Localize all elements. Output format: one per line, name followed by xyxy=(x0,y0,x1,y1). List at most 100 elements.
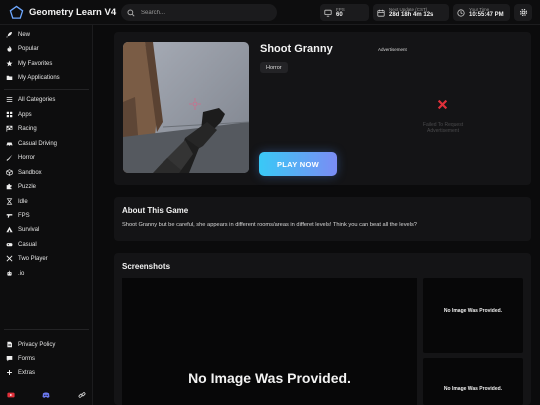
sidebar-item-fps[interactable]: FPS xyxy=(6,210,30,221)
fire-icon xyxy=(7,45,12,52)
sidebar-item-label: Casual xyxy=(18,241,37,248)
your-time-value: 10:55:47 PM xyxy=(469,11,504,18)
your-time-stat: Your Time 10:55:47 PM xyxy=(453,4,510,21)
sidebar-item-label: All Categories xyxy=(18,96,56,103)
top-bar: Geometry Learn V4 FPS60 Next Update (CST… xyxy=(0,0,540,25)
sidebar-item-forms[interactable]: Forms xyxy=(6,353,35,364)
sidebar-item-label: Privacy Policy xyxy=(18,341,56,348)
gun-icon xyxy=(6,214,13,218)
sidebar-item-apps[interactable]: Apps xyxy=(6,109,32,120)
tent-icon xyxy=(6,226,13,233)
sidebar-item-label: .io xyxy=(18,270,25,277)
sidebar-divider xyxy=(4,329,89,330)
sidebar-item-puzzle[interactable]: Puzzle xyxy=(6,181,36,192)
apps-icon xyxy=(6,111,13,118)
ad-error-line-2: Advertisement xyxy=(427,128,459,134)
gamepad-icon xyxy=(6,243,13,247)
sidebar: New Popular My Favorites My Applications… xyxy=(0,25,93,405)
fps-label: FPS xyxy=(336,6,345,12)
gear-icon xyxy=(519,8,527,17)
sidebar-item-label: Apps xyxy=(18,111,32,118)
screenshot-main[interactable]: No Image Was Provided. xyxy=(122,278,417,405)
play-now-button[interactable]: PLAY NOW xyxy=(259,152,337,176)
sidebar-item-racing[interactable]: Racing xyxy=(6,123,37,134)
next-update-value: 28d 18h 4m 12s xyxy=(389,11,434,18)
sidebar-item-label: Horror xyxy=(18,154,36,161)
knife-icon xyxy=(6,154,13,161)
sidebar-item-idle[interactable]: Idle xyxy=(6,196,28,207)
settings-button[interactable] xyxy=(514,4,532,21)
screenshot-thumb-empty-text: No Image Was Provided. xyxy=(443,308,503,314)
checkered-flag-icon xyxy=(6,125,13,132)
game-thumbnail[interactable] xyxy=(123,42,249,173)
ad-error-text: Failed To Request Advertisement xyxy=(408,122,478,134)
sidebar-item-new[interactable]: New xyxy=(6,29,30,40)
next-update-stat: Next Update (CST) 28d 18h 4m 12s xyxy=(373,4,449,21)
brand[interactable]: Geometry Learn V4 xyxy=(9,5,116,20)
folder-icon xyxy=(6,75,13,80)
screenshot-thumb-2[interactable]: No Image Was Provided. xyxy=(423,358,523,405)
robot-icon xyxy=(7,270,12,276)
sidebar-item-favorites[interactable]: My Favorites xyxy=(6,58,52,69)
sidebar-item-label: Forms xyxy=(18,355,35,362)
clock-icon xyxy=(457,8,465,17)
sidebar-item-label: My Applications xyxy=(18,74,60,81)
sidebar-item-label: My Favorites xyxy=(18,60,53,67)
sidebar-item-all-categories[interactable]: All Categories xyxy=(6,94,55,105)
hourglass-icon xyxy=(6,198,13,205)
discord-link[interactable] xyxy=(41,390,51,400)
sidebar-item-survival[interactable]: Survival xyxy=(6,224,39,235)
sidebar-item-casual[interactable]: Casual xyxy=(6,239,37,250)
sidebar-item-label: Survival xyxy=(18,226,40,233)
link-button[interactable] xyxy=(77,390,87,400)
sidebar-item-casual-driving[interactable]: Casual Driving xyxy=(6,138,57,149)
sidebar-item-sandbox[interactable]: Sandbox xyxy=(6,167,42,178)
advertisement-label: Advertisement xyxy=(378,47,407,52)
about-description: Shoot Granny but be careful, she appears… xyxy=(122,222,417,228)
star-icon xyxy=(6,60,13,67)
youtube-icon xyxy=(7,392,15,398)
about-title: About This Game xyxy=(122,206,189,215)
monitor-icon xyxy=(324,9,332,17)
calendar-icon xyxy=(377,9,385,17)
screenshot-thumb-1[interactable]: No Image Was Provided. xyxy=(423,278,523,353)
search-box[interactable] xyxy=(121,4,277,21)
next-update-label: Next Update (CST) xyxy=(389,6,428,12)
youtube-link[interactable] xyxy=(6,390,16,400)
fps-stat: FPS 60 xyxy=(320,4,369,21)
sidebar-item-label: Puzzle xyxy=(18,183,37,190)
sidebar-divider xyxy=(4,89,89,90)
search-icon xyxy=(127,8,135,17)
plus-icon xyxy=(7,370,12,375)
car-icon xyxy=(6,142,13,147)
pentagon-logo-icon xyxy=(9,5,24,19)
app-title: Geometry Learn V4 xyxy=(29,7,117,18)
crossed-swords-icon xyxy=(6,255,13,262)
sidebar-item-my-applications[interactable]: My Applications xyxy=(6,72,60,83)
sidebar-item-privacy-policy[interactable]: Privacy Policy xyxy=(6,339,55,350)
sidebar-item-label: Extras xyxy=(18,369,36,376)
link-icon xyxy=(78,392,86,398)
sidebar-item-label: Sandbox xyxy=(18,169,42,176)
screenshot-thumb-empty-text: No Image Was Provided. xyxy=(443,386,503,392)
sidebar-item-extras[interactable]: Extras xyxy=(6,367,35,378)
screenshot-main-empty-text: No Image Was Provided. xyxy=(188,370,351,386)
rocket-icon xyxy=(6,32,12,38)
sidebar-item-label: Idle xyxy=(18,198,28,205)
chat-bubble-icon xyxy=(6,356,13,362)
sidebar-item-horror[interactable]: Horror xyxy=(6,152,35,163)
search-input[interactable] xyxy=(141,9,271,16)
sidebar-item-label: FPS xyxy=(18,212,30,219)
sidebar-item-io[interactable]: .io xyxy=(6,268,24,279)
sidebar-item-popular[interactable]: Popular xyxy=(6,43,39,54)
about-panel xyxy=(114,197,531,241)
fps-value: 60 xyxy=(336,11,343,18)
game-title: Shoot Granny xyxy=(260,43,333,55)
sidebar-item-label: Casual Driving xyxy=(18,140,58,147)
sidebar-item-two-player[interactable]: Two Player xyxy=(6,253,48,264)
list-icon xyxy=(6,97,13,102)
document-icon xyxy=(7,341,12,348)
genre-tag[interactable]: Horror xyxy=(260,62,288,73)
discord-icon xyxy=(42,392,50,398)
sidebar-item-label: New xyxy=(18,31,31,38)
